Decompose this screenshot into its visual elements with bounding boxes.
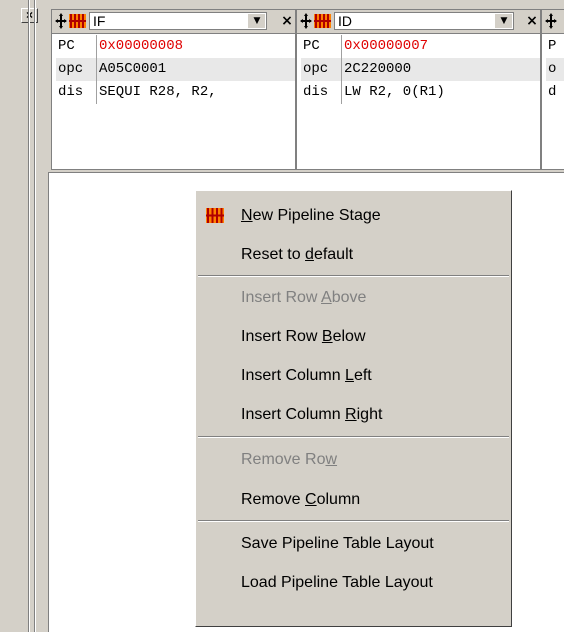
menu-item-save-pipeline-table-layout[interactable]: Save Pipeline Table Layout (196, 525, 511, 562)
column-divider (96, 58, 97, 81)
menu-separator (198, 275, 509, 277)
row-key: PC (58, 38, 75, 54)
stage-rows: P o d (546, 35, 564, 104)
table-row[interactable]: o (546, 58, 564, 81)
column-divider (96, 81, 97, 104)
chevron-down-icon[interactable]: ▼ (248, 14, 265, 28)
menu-item-label: Insert Column Right (241, 406, 383, 423)
stage-rows: PC 0x00000008 opc A05C0001 dis SEQUI R28… (56, 35, 295, 104)
menu-item-remove-row: Remove Row (196, 441, 511, 478)
menu-item-label: Insert Row Above (241, 289, 367, 306)
menu-separator (198, 436, 509, 438)
menu-item-label: Insert Row Below (241, 328, 366, 345)
row-key: o (548, 61, 557, 77)
pipeline-stage-partial[interactable]: P o d (541, 9, 564, 170)
menu-item-new-pipeline-stage[interactable]: New Pipeline Stage (196, 197, 511, 234)
row-key: opc (58, 61, 84, 77)
pipeline-stage-grip-icon[interactable] (300, 13, 332, 29)
table-row[interactable]: opc 2C220000 (301, 58, 540, 81)
row-value: 2C220000 (344, 61, 412, 77)
pipeline-stage-if[interactable]: IF ▼ × PC 0x00000008 opc A05C0001 dis SE… (51, 9, 296, 170)
menu-separator (198, 520, 509, 522)
menu-item-insert-row-below[interactable]: Insert Row Below (196, 318, 511, 355)
menu-item-insert-row-above: Insert Row Above (196, 279, 511, 316)
stage-name-dropdown[interactable]: IF ▼ (89, 12, 267, 30)
menu-item-label: Remove Row (241, 451, 338, 468)
context-menu: New Pipeline Stage Reset to default Inse… (195, 190, 512, 627)
row-key: PC (303, 38, 320, 54)
table-row[interactable]: dis SEQUI R28, R2, (56, 81, 295, 104)
stage-header (542, 10, 564, 34)
column-divider (341, 58, 342, 81)
pipeline-stage-id[interactable]: ID ▼ × PC 0x00000007 opc 2C220000 dis LW… (296, 9, 541, 170)
menu-item-label: Remove Column (241, 491, 361, 508)
close-icon[interactable]: × (280, 12, 294, 30)
table-row[interactable]: dis LW R2, 0(R1) (301, 81, 540, 104)
stage-name-text: IF (93, 13, 106, 29)
pipeline-table: IF ▼ × PC 0x00000008 opc A05C0001 dis SE… (48, 0, 564, 172)
menu-item-reset-to-default[interactable]: Reset to default (196, 236, 511, 273)
stage-header: IF ▼ × (52, 10, 295, 34)
stage-header: ID ▼ × (297, 10, 540, 34)
menu-item-load-pipeline-table-layout[interactable]: Load Pipeline Table Layout (196, 564, 511, 601)
row-value: 0x00000008 (99, 38, 184, 54)
row-key: dis (303, 84, 329, 100)
row-value: SEQUI R28, R2, (99, 84, 217, 100)
table-row[interactable]: P (546, 35, 564, 58)
column-divider (341, 81, 342, 104)
frame-divider-highlight (35, 0, 36, 632)
menu-item-label: New Pipeline Stage (241, 207, 381, 224)
row-value: LW R2, 0(R1) (344, 84, 445, 100)
column-divider (341, 35, 342, 58)
close-icon[interactable]: × (525, 12, 539, 30)
row-key: P (548, 38, 557, 54)
pipeline-stage-grip-icon[interactable] (545, 13, 564, 29)
pipeline-stage-icon (206, 208, 224, 223)
pane-divider (48, 172, 564, 173)
table-row[interactable]: d (546, 81, 564, 104)
frame-divider-highlight (29, 0, 30, 632)
menu-item-label: Insert Column Left (241, 367, 372, 384)
stage-rows: PC 0x00000007 opc 2C220000 dis LW R2, 0(… (301, 35, 540, 104)
menu-item-label: Reset to default (241, 246, 354, 263)
table-row[interactable]: opc A05C0001 (56, 58, 295, 81)
stage-name-dropdown[interactable]: ID ▼ (334, 12, 514, 30)
row-value: A05C0001 (99, 61, 167, 77)
table-row[interactable]: PC 0x00000008 (56, 35, 295, 58)
menu-item-remove-column[interactable]: Remove Column (196, 481, 511, 518)
window-left-frame: × (0, 0, 49, 632)
stage-name-text: ID (338, 13, 352, 29)
row-key: d (548, 84, 557, 100)
row-value: 0x00000007 (344, 38, 429, 54)
menu-item-insert-column-left[interactable]: Insert Column Left (196, 357, 511, 394)
menu-item-label: Load Pipeline Table Layout (241, 574, 433, 591)
column-divider (96, 35, 97, 58)
menu-item-label: Save Pipeline Table Layout (241, 535, 434, 552)
row-key: opc (303, 61, 329, 77)
row-key: dis (58, 84, 84, 100)
chevron-down-icon[interactable]: ▼ (495, 14, 512, 28)
table-row[interactable]: PC 0x00000007 (301, 35, 540, 58)
pipeline-stage-grip-icon[interactable] (55, 13, 87, 29)
menu-item-insert-column-right[interactable]: Insert Column Right (196, 396, 511, 433)
